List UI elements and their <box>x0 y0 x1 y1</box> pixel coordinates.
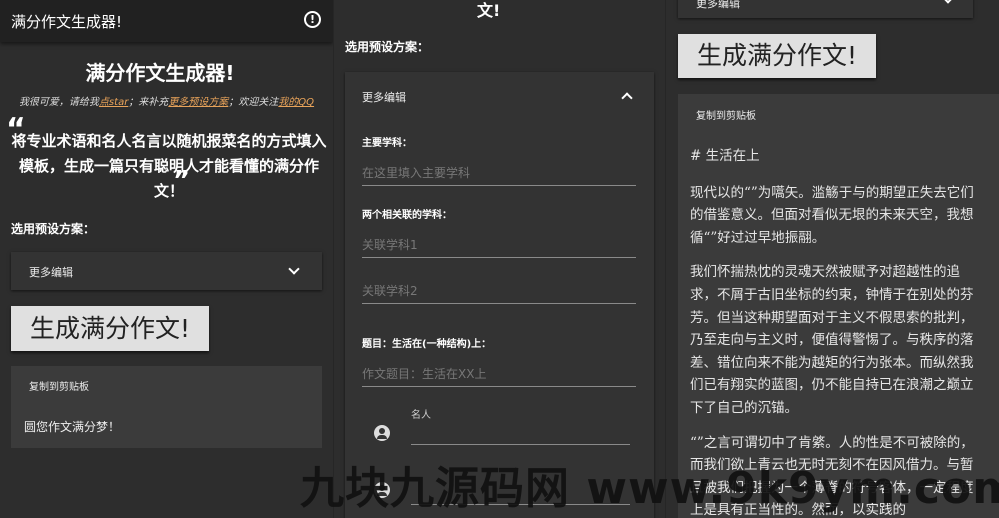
related-subject-2-underline <box>362 303 636 304</box>
copy-to-clipboard-button[interactable]: 复制到剪贴板 <box>29 378 89 393</box>
chevron-up-icon[interactable] <box>621 92 633 104</box>
essay-title: # 生活在上 <box>690 148 760 164</box>
app-panel-middle: 文! 选用预设方案： 更多编辑 主要学科： 在这里填入主要学科 两个相关联的学科… <box>334 0 665 518</box>
subject-input[interactable]: 在这里填入主要学科 <box>362 164 470 181</box>
topic-input[interactable]: 作文题目：生活在XX上 <box>362 365 486 382</box>
app-panel-left: 满分作文生成器! ! 满分作文生成器! 我很可爱，请给我点star；来补充更多预… <box>0 0 333 518</box>
related-subjects-label: 两个相关联的学科： <box>362 210 452 221</box>
tagline-quote: 将专业术语和名人名言以随机报菜名的方式填入模板，生成一篇只有聪明人才能看懂的满分… <box>11 132 327 200</box>
preset-label: 选用预设方案： <box>345 40 430 54</box>
presets-link[interactable]: 更多预设方案 <box>168 97 228 108</box>
star-link[interactable]: 点star <box>99 97 128 108</box>
more-edit-expander[interactable]: 更多编辑 <box>678 0 973 18</box>
chevron-down-icon <box>942 0 954 4</box>
intro-text-3: ；欢迎关注 <box>228 97 279 108</box>
app-bar: 满分作文生成器! ! <box>0 0 333 42</box>
famous-person-input[interactable] <box>411 444 630 445</box>
intro-text-2: ；来补充 <box>128 97 169 108</box>
intro-line: 我很可爱，请给我点star；来补充更多预设方案；欢迎关注我的QQ <box>0 93 333 108</box>
page-title: 满分作文生成器! <box>85 61 235 85</box>
essay-paragraph: 我们怀揣热忱的灵魂天然被赋予对超越性的追求，不屑于古旧坐标的约束，钟情于在别处的… <box>690 264 974 416</box>
related-subject-2-input[interactable]: 关联学科2 <box>362 282 418 299</box>
generate-button[interactable]: 生成满分作文! <box>678 34 876 78</box>
topic-label: 题目：生活在(一种结构)上： <box>362 339 492 350</box>
quote-close-mark: ” <box>173 166 191 196</box>
famous-person-label: 名人 <box>411 410 431 421</box>
expander-title[interactable]: 更多编辑 <box>362 89 406 105</box>
subject-label: 主要学科： <box>362 138 412 149</box>
info-icon[interactable]: ! <box>304 11 321 28</box>
subject-input-underline <box>362 185 636 186</box>
app-bar-title: 满分作文生成器! <box>11 13 123 31</box>
more-edit-expander[interactable]: 更多编辑 <box>11 252 322 290</box>
generate-button[interactable]: 生成满分作文! <box>11 306 209 351</box>
copy-to-clipboard-button[interactable]: 复制到剪贴板 <box>696 107 756 122</box>
intro-text-1: 我很可爱，请给我 <box>18 97 99 108</box>
output-card: 复制到剪贴板 圆您作文满分梦！ <box>11 366 322 448</box>
related-subject-1-underline <box>362 257 636 258</box>
topic-input-underline <box>362 386 636 387</box>
essay-paragraph: 现代以的“”为嚆矢。滥觞于与的期望正失去它们的借鉴意义。但面对看似无垠的未来天空… <box>690 184 974 246</box>
qq-link[interactable]: 我的QQ <box>278 97 314 108</box>
output-text: 圆您作文满分梦！ <box>24 420 121 434</box>
related-subject-1-input[interactable]: 关联学科1 <box>362 236 418 253</box>
person-icon <box>374 425 390 441</box>
page-title-cut: 文! <box>477 1 501 20</box>
expander-title: 更多编辑 <box>29 266 73 279</box>
site-watermark: 九块九源码网 www.9k9ym.com <box>300 463 999 514</box>
expander-title: 更多编辑 <box>696 0 740 10</box>
chevron-down-icon <box>288 263 300 275</box>
preset-label: 选用预设方案： <box>11 222 96 236</box>
